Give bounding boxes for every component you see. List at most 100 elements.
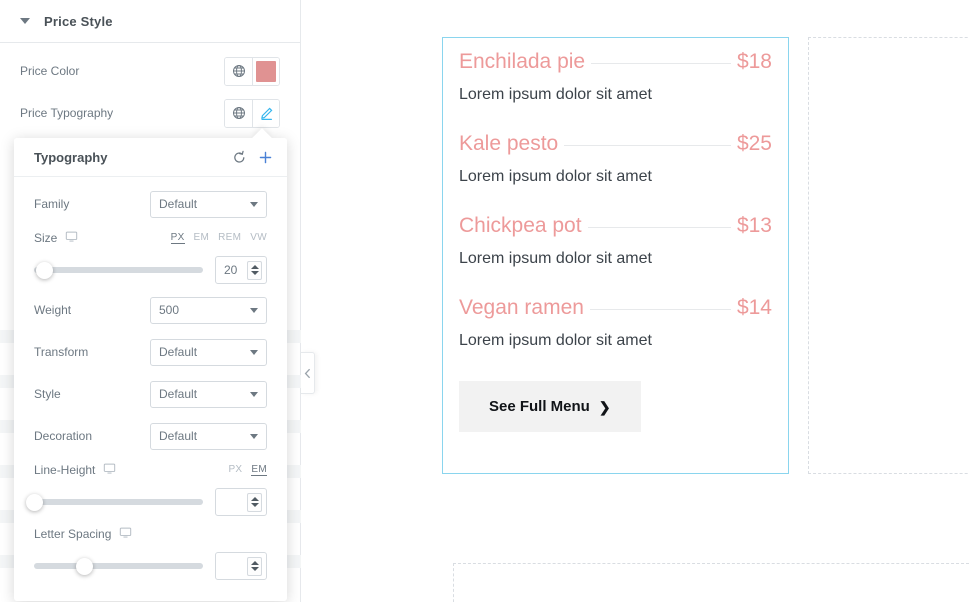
empty-section-placeholder-bottom[interactable] bbox=[453, 563, 969, 602]
size-unit-switcher: PX EM REM VW bbox=[170, 232, 267, 244]
typography-popover: Typography Family Default Size PX EM REM… bbox=[14, 128, 287, 601]
transform-label: Transform bbox=[34, 345, 89, 359]
size-unit-vw[interactable]: VW bbox=[250, 232, 267, 244]
stepper-down-icon[interactable] bbox=[250, 271, 259, 275]
see-full-menu-label: See Full Menu bbox=[489, 398, 590, 415]
line-height-slider-knob[interactable] bbox=[25, 493, 43, 511]
menu-item-price: $25 bbox=[736, 132, 772, 155]
plus-icon[interactable] bbox=[252, 144, 278, 170]
size-slider[interactable] bbox=[34, 261, 203, 279]
menu-item[interactable]: Enchilada pie $18 Lorem ipsum dolor sit … bbox=[459, 50, 772, 104]
style-value: Default bbox=[159, 387, 198, 401]
family-value: Default bbox=[159, 197, 198, 211]
line-height-label: Line-Height bbox=[34, 463, 96, 477]
decoration-select[interactable]: Default bbox=[150, 422, 267, 450]
menu-item[interactable]: Kale pesto $25 Lorem ipsum dolor sit ame… bbox=[459, 132, 772, 186]
line-height-unit-em[interactable]: EM bbox=[251, 464, 267, 476]
style-select[interactable]: Default bbox=[150, 380, 267, 408]
field-size-header: Size PX EM REM VW bbox=[14, 225, 287, 251]
desktop-monitor-icon[interactable] bbox=[65, 230, 78, 246]
typography-popover-header: Typography bbox=[14, 138, 287, 177]
letter-spacing-slider[interactable] bbox=[34, 557, 203, 575]
size-label-wrap: Size bbox=[34, 230, 171, 246]
field-decoration: Decoration Default bbox=[14, 415, 287, 457]
menu-item-price: $18 bbox=[736, 50, 772, 73]
desktop-monitor-icon[interactable] bbox=[103, 462, 116, 478]
menu-item-name: Chickpea pot bbox=[459, 214, 582, 237]
empty-column-placeholder-right[interactable] bbox=[808, 37, 969, 474]
letter-spacing-slider-knob[interactable] bbox=[76, 557, 94, 575]
family-select[interactable]: Default bbox=[150, 190, 267, 218]
menu-item[interactable]: Vegan ramen $14 Lorem ipsum dolor sit am… bbox=[459, 296, 772, 350]
section-title: Price Style bbox=[44, 13, 113, 29]
menu-item-title-row: Kale pesto $25 bbox=[459, 132, 772, 156]
section-header-price-style[interactable]: Price Style bbox=[0, 0, 300, 43]
price-color-controls bbox=[224, 56, 280, 86]
price-typography-controls bbox=[224, 98, 280, 128]
weight-value: 500 bbox=[159, 303, 180, 317]
style-label: Style bbox=[34, 387, 61, 401]
size-stepper[interactable] bbox=[247, 260, 262, 280]
field-weight: Weight 500 bbox=[14, 289, 287, 331]
see-full-menu-button[interactable]: See Full Menu ❯ bbox=[459, 381, 641, 432]
line-height-unit-px[interactable]: PX bbox=[228, 464, 242, 476]
typography-popover-title: Typography bbox=[34, 149, 108, 165]
menu-item-name: Enchilada pie bbox=[459, 50, 586, 73]
control-row-price-color: Price Color bbox=[0, 50, 300, 92]
chevron-down-icon bbox=[250, 349, 258, 355]
stepper-up-icon[interactable] bbox=[250, 561, 259, 565]
caret-down-icon bbox=[20, 18, 30, 24]
stepper-down-icon[interactable] bbox=[250, 567, 259, 571]
field-letter-spacing-header: Letter Spacing bbox=[14, 521, 287, 547]
panel-collapse-handle[interactable] bbox=[301, 352, 315, 394]
price-typography-button-group bbox=[224, 98, 280, 128]
chevron-down-icon bbox=[250, 391, 258, 397]
size-label: Size bbox=[34, 231, 58, 245]
field-family: Family Default bbox=[14, 183, 287, 225]
globe-icon[interactable] bbox=[225, 99, 252, 127]
stepper-down-icon[interactable] bbox=[250, 503, 259, 507]
chevron-down-icon bbox=[250, 201, 258, 207]
letter-spacing-label: Letter Spacing bbox=[34, 527, 112, 541]
menu-item-description: Lorem ipsum dolor sit amet bbox=[459, 86, 652, 103]
letter-spacing-stepper[interactable] bbox=[247, 556, 262, 576]
letter-spacing-number-input[interactable] bbox=[215, 552, 267, 580]
line-height-label-wrap: Line-Height bbox=[34, 462, 228, 478]
line-height-stepper[interactable] bbox=[247, 492, 262, 512]
desktop-monitor-icon[interactable] bbox=[119, 526, 132, 542]
decoration-value: Default bbox=[159, 429, 198, 443]
menu-item-separator bbox=[587, 227, 731, 228]
field-transform: Transform Default bbox=[14, 331, 287, 373]
family-label: Family bbox=[34, 197, 70, 211]
menu-item-name: Vegan ramen bbox=[459, 296, 584, 319]
size-unit-px[interactable]: PX bbox=[170, 232, 185, 244]
menu-item[interactable]: Chickpea pot $13 Lorem ipsum dolor sit a… bbox=[459, 214, 772, 268]
letter-spacing-label-wrap: Letter Spacing bbox=[34, 526, 267, 542]
stepper-up-icon[interactable] bbox=[250, 265, 259, 269]
typography-fields: Family Default Size PX EM REM VW 20 Weig… bbox=[14, 177, 287, 601]
size-number-input[interactable]: 20 bbox=[215, 256, 267, 284]
line-height-slider[interactable] bbox=[25, 493, 203, 511]
globe-icon[interactable] bbox=[225, 57, 252, 85]
menu-item-price: $13 bbox=[736, 214, 772, 237]
line-height-unit-switcher: PX EM bbox=[228, 464, 267, 476]
color-swatch-fill bbox=[256, 60, 276, 82]
price-color-swatch[interactable] bbox=[252, 57, 279, 85]
chevron-left-icon bbox=[304, 368, 310, 378]
size-value: 20 bbox=[224, 263, 238, 277]
transform-select[interactable]: Default bbox=[150, 338, 267, 366]
size-unit-em[interactable]: EM bbox=[194, 232, 210, 244]
menu-item-title-row: Vegan ramen $14 bbox=[459, 296, 772, 320]
weight-select[interactable]: 500 bbox=[150, 296, 267, 324]
price-typography-label: Price Typography bbox=[20, 106, 114, 120]
pencil-edit-icon[interactable] bbox=[252, 99, 279, 127]
control-row-price-typography: Price Typography bbox=[0, 92, 300, 134]
price-list-widget[interactable]: Enchilada pie $18 Lorem ipsum dolor sit … bbox=[442, 37, 789, 474]
stepper-up-icon[interactable] bbox=[250, 497, 259, 501]
size-unit-rem[interactable]: REM bbox=[218, 232, 241, 244]
size-slider-knob[interactable] bbox=[35, 261, 53, 279]
field-line-height-slider-row bbox=[14, 483, 287, 521]
reset-arrow-icon[interactable] bbox=[226, 144, 252, 170]
line-height-number-input[interactable] bbox=[215, 488, 267, 516]
transform-value: Default bbox=[159, 345, 198, 359]
